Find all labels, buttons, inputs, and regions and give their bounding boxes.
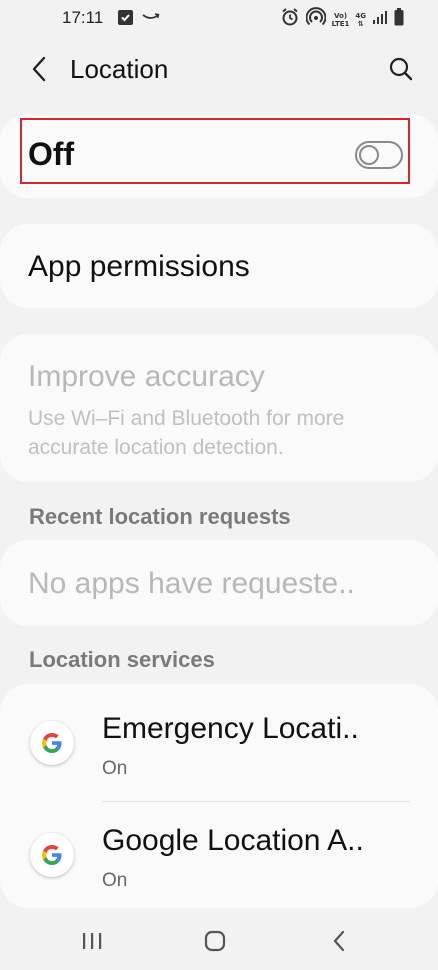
volte-icon: Vo) LTE1 (332, 12, 350, 28)
back-button[interactable] (22, 52, 56, 86)
location-services-header: Location services (29, 647, 215, 672)
improve-accuracy-description: Use Wi–Fi and Bluetooth for more accurat… (28, 407, 345, 459)
checkbox-icon (118, 10, 133, 25)
improve-accuracy-title: Improve accuracy (28, 360, 265, 393)
toggle-knob (359, 145, 379, 165)
app-permissions-item[interactable]: App permissions (0, 224, 438, 308)
amazon-icon (142, 9, 160, 27)
lte-label: LTE1 (331, 19, 350, 28)
service-name: Google Location A.. (102, 824, 364, 857)
search-button[interactable] (384, 52, 418, 86)
no-requests-text: No apps have requeste.. (28, 567, 355, 600)
signal-icon (372, 9, 388, 30)
navigation-bar (0, 910, 438, 970)
recent-requests-header: Recent location requests (29, 504, 291, 529)
data-arrows-icon: ⇅ (357, 19, 364, 28)
google-icon (30, 833, 74, 877)
improve-accuracy-item: Improve accuracy Use Wi–Fi and Bluetooth… (0, 334, 438, 482)
page-title: Location (70, 54, 169, 84)
location-toggle-card[interactable]: Off (0, 114, 438, 198)
location-toggle-switch[interactable] (355, 141, 403, 169)
app-permissions-label: App permissions (28, 250, 250, 283)
status-icons: Vo) LTE1 4G ⇅ (280, 7, 404, 32)
service-status: On (102, 758, 128, 779)
home-icon (204, 930, 226, 952)
volte-label: Vo) (333, 11, 348, 20)
battery-icon (394, 8, 404, 31)
4g-icon: 4G ⇅ (355, 12, 366, 28)
recents-button[interactable] (70, 924, 114, 958)
status-time: 17:11 (62, 8, 104, 27)
recent-requests-card: No apps have requeste.. (0, 540, 438, 626)
home-button[interactable] (193, 924, 237, 958)
list-item[interactable]: Emergency Locati.. On (0, 684, 438, 796)
location-services-card: Emergency Locati.. On Google Location A.… (0, 684, 438, 908)
status-bar: 17:11 Vo) LTE1 4G ⇅ (0, 0, 438, 36)
chevron-left-icon (32, 56, 46, 82)
back-icon (333, 930, 345, 952)
app-header: Location (0, 40, 438, 98)
recents-icon (83, 933, 102, 949)
hotspot-icon (305, 7, 327, 32)
nav-back-button[interactable] (317, 924, 361, 958)
service-name: Emergency Locati.. (102, 712, 359, 745)
alarm-icon (280, 7, 300, 32)
google-icon (30, 721, 74, 765)
list-item[interactable]: Google Location A.. On (0, 796, 438, 908)
highlight-box (20, 118, 410, 184)
service-status: On (102, 870, 128, 891)
search-icon (389, 57, 413, 81)
location-state-label: Off (28, 136, 75, 172)
gen-label: 4G (355, 11, 366, 20)
